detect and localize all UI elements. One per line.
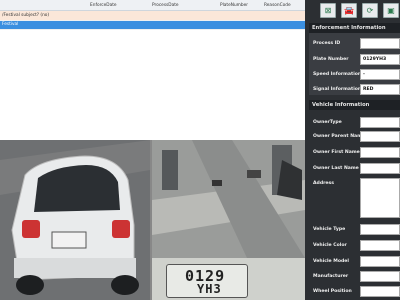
wheel-position-field[interactable] <box>360 286 400 297</box>
owner-type-label: OwnerType <box>313 120 342 125</box>
address-field[interactable] <box>360 178 400 218</box>
license-plate: 0129 YH3 <box>166 264 248 298</box>
refresh-icon[interactable]: ⟳ <box>362 3 378 18</box>
panel-toolbar: ⊠ 🚘 ⟳ ▣ <box>305 0 400 18</box>
vehicle-icon[interactable]: 🚘 <box>341 3 357 18</box>
intersection-photo <box>152 140 305 258</box>
manufacturer-label: Manufacturer <box>313 274 349 279</box>
cell-plate-number <box>218 20 262 30</box>
process-id-label: Process ID <box>313 41 341 46</box>
cell-reason-code <box>262 20 305 30</box>
cell-direction: /Festival subject? (no) <box>0 10 88 21</box>
speed-info-label: Speed Information <box>313 72 362 77</box>
speed-info-field[interactable]: - <box>360 69 400 80</box>
front-camera-image[interactable] <box>152 140 305 258</box>
enforcement-section-title: Enforcement Information <box>309 23 400 33</box>
owner-parent-label: Owner Parent Name <box>313 134 366 139</box>
violations-grid: EnforceDate ProcessDate PlateNumber Reas… <box>0 0 305 140</box>
signal-info-field[interactable]: RED <box>360 84 400 95</box>
save-icon[interactable]: ▣ <box>383 3 399 18</box>
col-header-reason-code[interactable]: ReasonCode <box>262 0 305 11</box>
address-label: Address <box>313 181 334 186</box>
plate-number-field[interactable]: 0129YH3 <box>360 54 400 65</box>
vehicle-color-field[interactable] <box>360 240 400 251</box>
table-row[interactable]: Festival <box>0 20 305 30</box>
owner-first-label: Owner First Name <box>313 150 360 155</box>
plate-image-line2: YH3 <box>197 282 222 296</box>
vehicle-type-field[interactable] <box>360 224 400 235</box>
signal-info-label: Signal Information <box>313 87 362 92</box>
cell-process-date <box>150 10 218 21</box>
owner-last-field[interactable] <box>360 163 400 174</box>
rear-camera-image[interactable] <box>0 140 150 300</box>
vehicle-model-label: Vehicle Model <box>313 259 349 264</box>
vehicle-type-label: Vehicle Type <box>313 227 346 232</box>
evidence-images: 0129 YH3 <box>0 140 305 300</box>
cell-enforce-date <box>88 20 150 30</box>
col-header-enforce-date[interactable]: EnforceDate <box>88 0 150 11</box>
cell-enforce-date <box>88 10 150 21</box>
cell-plate-number <box>218 10 262 21</box>
table-row[interactable]: /Festival subject? (no) <box>0 10 305 21</box>
cell-process-date <box>150 20 218 30</box>
excel-export-icon[interactable]: ⊠ <box>320 3 336 18</box>
owner-type-field[interactable] <box>360 117 400 128</box>
car-photo <box>0 140 150 300</box>
vehicle-model-field[interactable] <box>360 256 400 267</box>
cell-direction: Festival <box>0 20 88 30</box>
grid-header-row: EnforceDate ProcessDate PlateNumber Reas… <box>0 0 305 11</box>
col-header-direction[interactable] <box>0 0 88 11</box>
col-header-process-date[interactable]: ProcessDate <box>150 0 218 11</box>
owner-parent-field[interactable] <box>360 131 400 142</box>
process-id-field[interactable] <box>360 38 400 49</box>
manufacturer-field[interactable] <box>360 271 400 282</box>
owner-last-label: Owner Last Name <box>313 166 359 171</box>
vehicle-color-label: Vehicle Color <box>313 243 347 248</box>
cell-reason-code <box>262 10 305 21</box>
plate-number-label: Plate Number <box>313 57 349 62</box>
vehicle-section-title: Vehicle Information <box>309 100 400 110</box>
wheel-position-label: Wheel Position <box>313 289 352 294</box>
plate-crop-image[interactable]: 0129 YH3 <box>152 258 305 300</box>
col-header-plate-number[interactable]: PlateNumber <box>218 0 262 11</box>
owner-first-field[interactable] <box>360 147 400 158</box>
